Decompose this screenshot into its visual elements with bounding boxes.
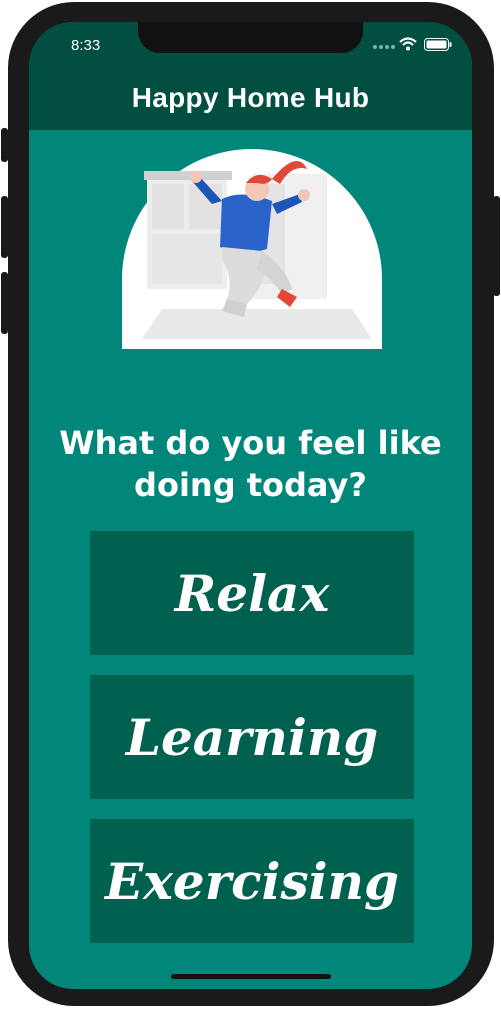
app-header: Happy Home Hub — [29, 72, 472, 130]
question-line-1: What do you feel like — [59, 424, 442, 462]
volume-up-button — [1, 196, 8, 258]
battery-icon — [424, 38, 452, 51]
question-heading: What do you feel like doing today? — [49, 422, 452, 506]
question-line-2: doing today? — [134, 466, 367, 504]
home-indicator[interactable] — [171, 974, 331, 979]
status-time: 8:33 — [71, 37, 101, 54]
camera-notch — [138, 22, 363, 53]
exercising-label: Exercising — [105, 851, 399, 911]
power-button — [493, 196, 500, 296]
learning-label: Learning — [125, 707, 379, 767]
exercising-button[interactable]: Exercising — [90, 819, 414, 943]
volume-down-button — [1, 272, 8, 334]
learning-button[interactable]: Learning — [90, 675, 414, 799]
jumping-person-illustration — [122, 149, 382, 349]
signal-icon — [373, 45, 395, 49]
silent-switch — [1, 128, 8, 162]
app-screen: 8:33 Happy Home Hub What do you feel lik… — [29, 22, 472, 989]
relax-label: Relax — [174, 563, 330, 623]
wifi-icon — [399, 37, 417, 51]
relax-button[interactable]: Relax — [90, 531, 414, 655]
app-title: Happy Home Hub — [131, 82, 370, 113]
